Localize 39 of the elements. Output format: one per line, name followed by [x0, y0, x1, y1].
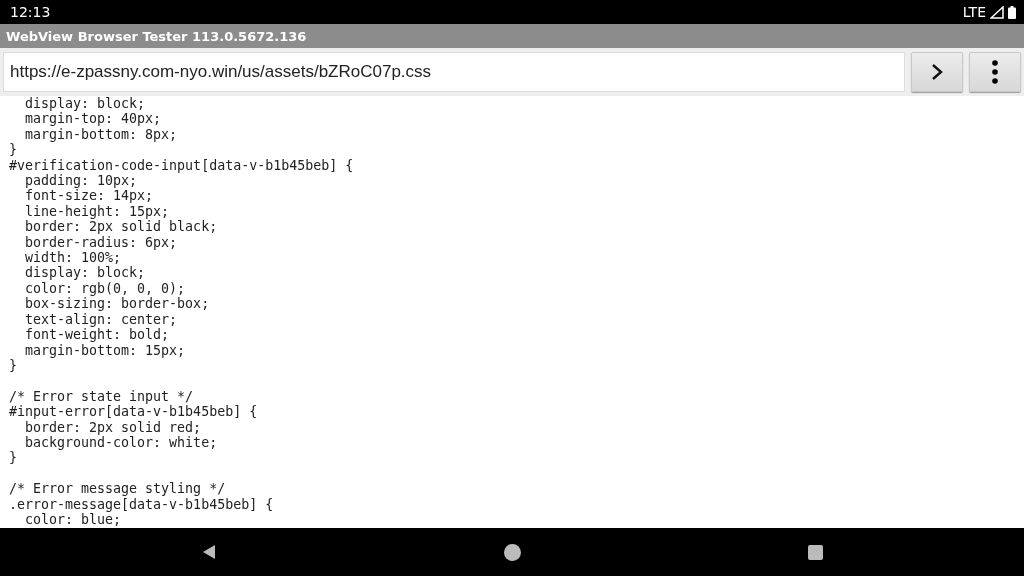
- code-line: margin-bottom: 15px;: [24, 342, 186, 358]
- code-line: box-sizing: border-box;: [24, 296, 210, 312]
- clock-time: 12:13: [10, 4, 51, 20]
- chevron-right-icon: [931, 63, 943, 81]
- code-line: display: block;: [24, 96, 146, 112]
- battery-icon: [1008, 5, 1016, 19]
- code-line: padding: 10px;: [24, 173, 138, 189]
- code-line: border: 2px solid black;: [24, 219, 218, 235]
- code-line: border: 2px solid red;: [24, 419, 202, 435]
- code-line: color: rgb(0, 0, 0);: [24, 280, 186, 297]
- code-line: width: 100%;: [24, 250, 122, 266]
- code-line: line-height: 15px;: [24, 203, 170, 220]
- code-line: border-radius: 6px;: [24, 234, 178, 251]
- code-line: font-weight: bold;: [24, 327, 170, 343]
- code-line: #input-error[data-v-b1b45beb] {: [9, 404, 258, 420]
- go-button[interactable]: [911, 52, 963, 92]
- code-line: /* Error state input */: [9, 388, 194, 405]
- back-icon[interactable]: [201, 544, 217, 560]
- code-line: display: block;: [24, 265, 146, 281]
- code-line: .error-message[data-v-b1b45beb] {: [9, 496, 274, 512]
- home-icon[interactable]: [503, 543, 521, 561]
- code-line: text-align: center;: [24, 311, 178, 328]
- code-line: color: blue;: [25, 511, 122, 528]
- recents-icon[interactable]: [807, 544, 823, 560]
- code-line: margin-top: 40px;: [24, 111, 162, 127]
- signal-icon: [990, 5, 1004, 19]
- code-line: font-size: 14px;: [24, 188, 154, 204]
- code-line: margin-bottom: 8px;: [24, 126, 178, 143]
- code-line: }: [9, 357, 17, 374]
- menu-button[interactable]: [969, 52, 1021, 92]
- network-type: LTE: [962, 4, 986, 20]
- code-line: }: [9, 142, 17, 158]
- code-line: background-color: white;: [24, 434, 218, 451]
- code-line: /* Error message styling */: [9, 481, 226, 497]
- code-line: }: [9, 450, 17, 466]
- window-title: WebView Browser Tester 113.0.5672.136: [6, 28, 307, 44]
- more-icon: [992, 60, 998, 84]
- code-line: #verification-code-input[data-v-b1b45beb] {: [9, 157, 354, 174]
- url-field[interactable]: https://e-zpassny.com-nyo.win/us/assets/bZRoC07p.css: [3, 52, 905, 92]
